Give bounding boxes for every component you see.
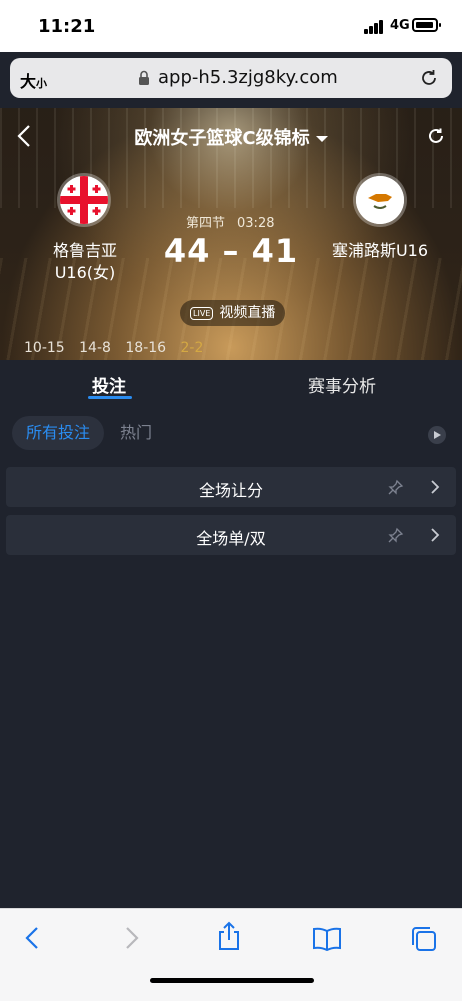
browser-toolbar bbox=[0, 908, 462, 1001]
quarter-scores: 10-15 14-8 18-16 2-2 bbox=[24, 340, 213, 356]
status-bar: 11:21 4G bbox=[0, 0, 462, 52]
market-row[interactable]: 全场单/双 bbox=[6, 515, 456, 555]
cyprus-flag-icon bbox=[356, 176, 404, 224]
market-row[interactable]: 全场让分 bbox=[6, 467, 456, 507]
georgia-flag-icon bbox=[60, 176, 108, 224]
period-label: 第四节 bbox=[186, 216, 226, 231]
league-selector[interactable]: 欧洲女子篮球C级锦标 bbox=[0, 124, 462, 150]
address-bar[interactable]: 大小 app-h5.3zjg8ky.com bbox=[10, 58, 452, 98]
bookmarks-icon[interactable] bbox=[312, 927, 342, 951]
home-indicator bbox=[150, 978, 314, 983]
text-size-button[interactable]: 大小 bbox=[20, 68, 47, 92]
browser-back-icon[interactable] bbox=[24, 925, 40, 951]
pin-icon[interactable] bbox=[388, 527, 404, 543]
filter-all-bets[interactable]: 所有投注 bbox=[12, 416, 105, 450]
dropdown-caret-icon bbox=[315, 136, 328, 142]
score: 44 – 41 bbox=[163, 232, 299, 270]
url-text[interactable]: app-h5.3zjg8ky.com bbox=[158, 67, 338, 88]
game-clock: 03:28 bbox=[237, 216, 275, 231]
period-info: 第四节 03:28 bbox=[186, 212, 274, 231]
tab-bet[interactable]: 投注 bbox=[92, 372, 126, 397]
battery-icon bbox=[412, 18, 441, 32]
refresh-icon[interactable] bbox=[426, 126, 446, 146]
pin-icon[interactable] bbox=[388, 479, 404, 495]
reload-icon[interactable] bbox=[418, 67, 440, 89]
quarter-score: 10-15 bbox=[24, 340, 65, 356]
tab-analysis[interactable]: 赛事分析 bbox=[308, 372, 376, 397]
tab-bar: 投注 赛事分析 bbox=[0, 360, 462, 410]
live-badge-icon: LIVE bbox=[190, 306, 214, 320]
active-tab-indicator bbox=[88, 396, 132, 399]
match-header: 欧洲女子篮球C级锦标 格鲁吉亚 U16(女) 塞浦路斯U16 第四节 03:28 4… bbox=[0, 108, 462, 360]
quarter-score: 18-16 bbox=[125, 340, 167, 356]
status-time: 11:21 bbox=[38, 16, 96, 37]
current-quarter-score: 2-2 bbox=[180, 340, 204, 356]
filter-hot[interactable]: 热门 bbox=[120, 416, 152, 450]
quarter-score: 14-8 bbox=[79, 340, 111, 356]
play-icon[interactable] bbox=[428, 426, 446, 444]
lock-icon bbox=[139, 70, 149, 85]
chevron-right-icon bbox=[431, 480, 440, 494]
chevron-right-icon bbox=[431, 528, 440, 542]
share-icon[interactable] bbox=[216, 921, 242, 951]
live-stream-button[interactable]: LIVE 视频直播 bbox=[180, 300, 286, 326]
browser-forward-icon[interactable] bbox=[124, 925, 140, 951]
tabs-icon[interactable] bbox=[410, 925, 438, 953]
network-label: 4G bbox=[390, 18, 410, 33]
signal-icon bbox=[364, 20, 386, 34]
filter-bar: 所有投注 热门 bbox=[0, 410, 462, 460]
